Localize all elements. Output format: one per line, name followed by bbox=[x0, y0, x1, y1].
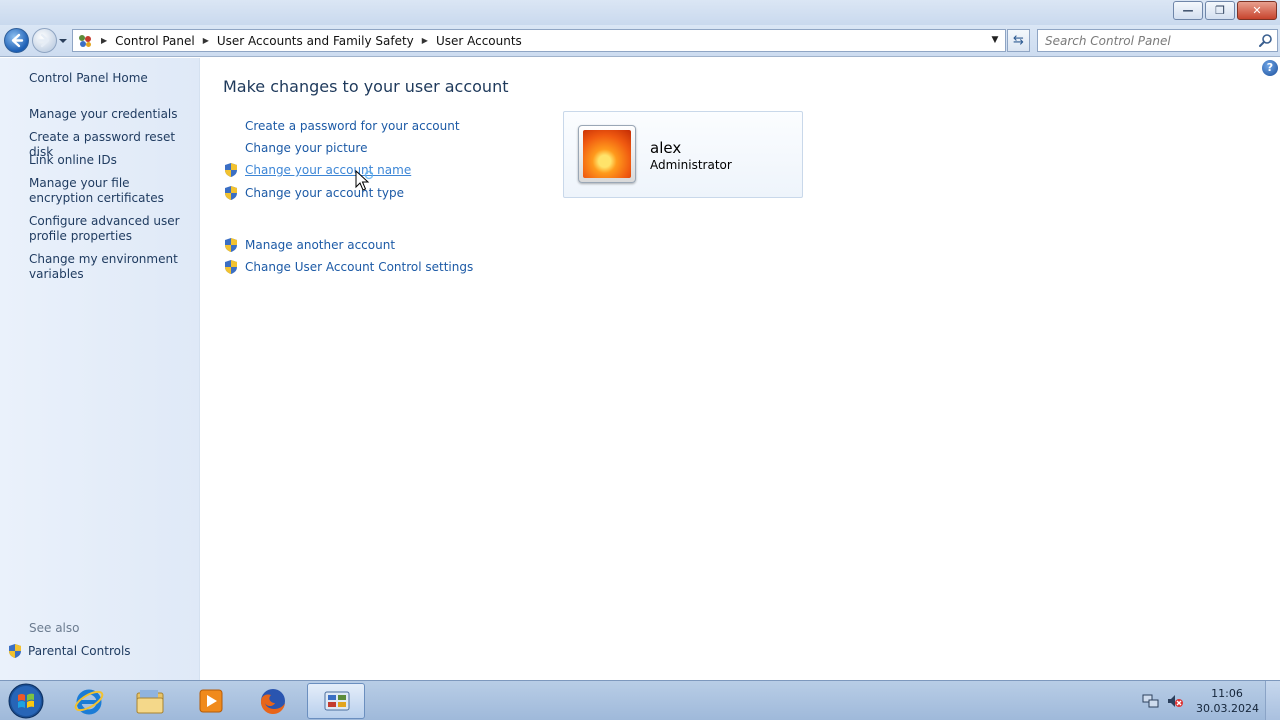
account-card: alex Administrator bbox=[563, 111, 803, 198]
arrow-left-icon bbox=[11, 33, 24, 48]
file-encryption-certificates-link[interactable]: Manage your file encryption certificates bbox=[29, 176, 189, 206]
parental-controls-link[interactable]: Parental Controls bbox=[8, 643, 131, 659]
shield-icon bbox=[9, 644, 21, 658]
change-picture-link[interactable]: Change your picture bbox=[245, 141, 367, 155]
flower-image bbox=[583, 130, 631, 178]
uac-settings-link[interactable]: Change User Account Control settings bbox=[245, 260, 473, 274]
breadcrumb-separator[interactable]: ▶ bbox=[203, 36, 209, 45]
refresh-icon: ⇆ bbox=[1013, 33, 1024, 48]
breadcrumb-separator[interactable]: ▶ bbox=[422, 36, 428, 45]
clock-time: 11:06 bbox=[1211, 687, 1243, 700]
left-navigation-pane: Control Panel Home Manage your credentia… bbox=[0, 58, 200, 680]
window-controls: — ❐ ✕ bbox=[1171, 1, 1277, 20]
control-panel-home-link[interactable]: Control Panel Home bbox=[29, 71, 189, 86]
change-account-type-link[interactable]: Change your account type bbox=[245, 186, 404, 200]
see-also-heading: See also bbox=[29, 621, 80, 635]
breadcrumb-control-panel[interactable]: Control Panel bbox=[115, 34, 195, 48]
restore-button[interactable]: ❐ bbox=[1205, 1, 1235, 20]
create-password-link[interactable]: Create a password for your account bbox=[245, 119, 460, 133]
change-account-name-link[interactable]: Change your account name bbox=[245, 163, 411, 177]
forward-button[interactable] bbox=[32, 28, 57, 53]
account-role: Administrator bbox=[650, 158, 732, 172]
start-button[interactable] bbox=[4, 682, 48, 720]
arrow-right-icon bbox=[37, 33, 50, 48]
search-input[interactable] bbox=[1038, 30, 1248, 51]
taskbar-firefox[interactable] bbox=[244, 683, 302, 719]
search-box[interactable] bbox=[1037, 29, 1278, 52]
shield-icon bbox=[225, 186, 237, 200]
control-panel-icon bbox=[79, 34, 91, 47]
system-clock[interactable]: 11:06 30.03.2024 bbox=[1196, 686, 1259, 716]
taskbar-media-player[interactable] bbox=[182, 683, 240, 719]
account-name: alex bbox=[650, 139, 682, 157]
close-button[interactable]: ✕ bbox=[1237, 1, 1277, 20]
parental-controls-label: Parental Controls bbox=[28, 644, 131, 658]
address-bar[interactable]: ▶ Control Panel ▶ User Accounts and Fami… bbox=[72, 29, 1006, 52]
shield-icon bbox=[225, 238, 237, 252]
media-player-icon bbox=[199, 689, 223, 713]
manage-credentials-link[interactable]: Manage your credentials bbox=[29, 107, 189, 122]
link-online-ids-link[interactable]: Link online IDs bbox=[29, 153, 189, 168]
account-picture bbox=[578, 125, 636, 183]
control-panel-icon bbox=[324, 691, 350, 711]
taskbar-internet-explorer[interactable] bbox=[60, 683, 118, 719]
internet-explorer-icon bbox=[74, 689, 104, 715]
taskbar: 11:06 30.03.2024 bbox=[0, 680, 1280, 720]
mouse-pointer-icon bbox=[355, 170, 373, 191]
page-title: Make changes to your user account bbox=[223, 77, 509, 96]
help-icon[interactable]: ? bbox=[1262, 60, 1278, 76]
refresh-button[interactable]: ⇆ bbox=[1007, 29, 1030, 52]
shield-icon bbox=[225, 260, 237, 274]
recent-pages-dropdown[interactable] bbox=[58, 36, 68, 46]
minimize-button[interactable]: — bbox=[1173, 1, 1203, 20]
clock-date: 30.03.2024 bbox=[1196, 702, 1259, 715]
breadcrumb-separator[interactable]: ▶ bbox=[101, 36, 107, 45]
manage-another-account-link[interactable]: Manage another account bbox=[245, 238, 395, 252]
title-bar: — ❐ ✕ bbox=[0, 0, 1280, 25]
network-icon[interactable] bbox=[1142, 693, 1160, 709]
back-button[interactable] bbox=[4, 28, 29, 53]
advanced-profile-properties-link[interactable]: Configure advanced user profile properti… bbox=[29, 214, 189, 244]
show-desktop-button[interactable] bbox=[1265, 681, 1280, 720]
taskbar-control-panel[interactable] bbox=[307, 683, 365, 719]
firefox-icon bbox=[260, 689, 285, 715]
search-icon[interactable] bbox=[1258, 33, 1273, 48]
environment-variables-link[interactable]: Change my environment variables bbox=[29, 252, 189, 282]
breadcrumb-user-accounts[interactable]: User Accounts bbox=[436, 34, 522, 48]
shield-icon bbox=[225, 163, 237, 177]
volume-muted-icon[interactable] bbox=[1166, 693, 1184, 709]
taskbar-windows-explorer[interactable] bbox=[121, 683, 179, 719]
breadcrumb-user-accounts-family-safety[interactable]: User Accounts and Family Safety bbox=[217, 34, 414, 48]
navigation-bar: ▶ Control Panel ▶ User Accounts and Fami… bbox=[0, 25, 1280, 57]
chevron-down-icon[interactable]: ▼ bbox=[985, 30, 1005, 51]
folder-icon bbox=[136, 690, 164, 714]
